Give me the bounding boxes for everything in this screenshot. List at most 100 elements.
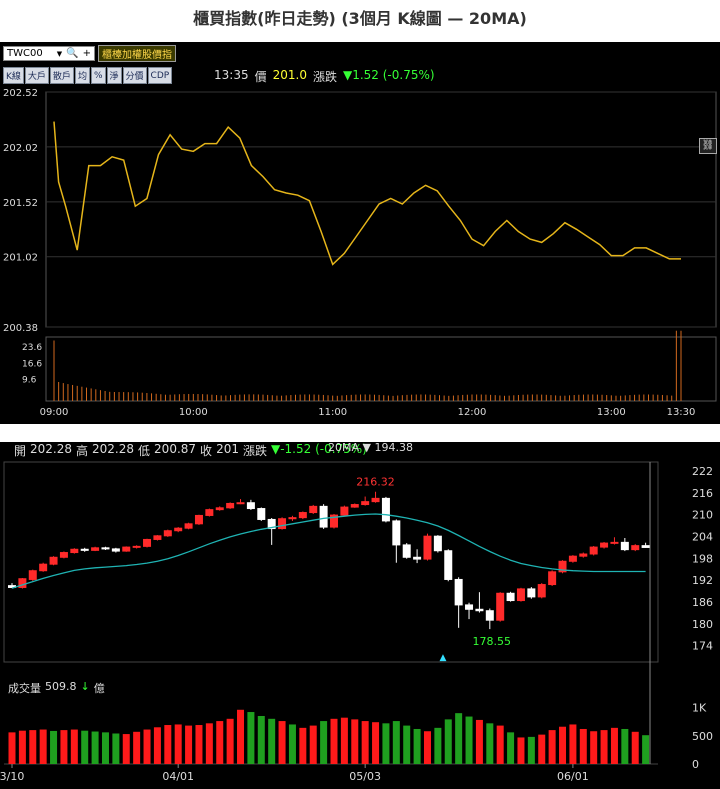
volume-bar [351, 719, 359, 764]
kline-tick-label: 192 [692, 574, 713, 587]
volume-bar [278, 721, 286, 764]
candle-body [174, 527, 183, 532]
price-tick-label: 200.38 [3, 323, 38, 334]
link-icon[interactable]: ⛓ [699, 138, 717, 154]
volume-label: 成交量 509.8 ↓ 億 [8, 680, 105, 696]
candle-body [153, 535, 162, 540]
time-tick-label: 11:00 [318, 407, 347, 418]
time-tick-label: 13:00 [597, 407, 626, 418]
volume-tick-label: 1K [692, 702, 707, 715]
candle-body [641, 545, 650, 548]
volume-tick-label: 9.6 [22, 376, 37, 386]
kline-tick-label: 222 [692, 465, 713, 478]
volume-bar [91, 731, 99, 764]
candle-body [620, 541, 629, 551]
kline-panel: 開 202.28 高 202.28 低 200.87 收 201 漲跌 ▼-1.… [0, 441, 720, 789]
candle-body [215, 507, 224, 511]
volume-bar [237, 709, 245, 764]
candle-body [423, 535, 432, 560]
candle-body [631, 545, 640, 551]
time-tick-label: 10:00 [179, 407, 208, 418]
volume-bar [309, 725, 317, 764]
candle-body [371, 497, 380, 503]
date-tick-label: 04/01 [162, 770, 194, 783]
volume-bar [486, 723, 494, 764]
candle-body [600, 542, 609, 548]
candle-body [340, 506, 349, 516]
candle-body [454, 578, 463, 606]
candle-body [101, 547, 110, 550]
volume-tick-label: 16.6 [22, 359, 42, 369]
candle-body [111, 548, 120, 552]
volume-bar [195, 725, 203, 764]
volume-bar [185, 725, 193, 764]
high-annotation: 216.32 [356, 476, 395, 489]
volume-bar [330, 718, 338, 764]
volume-bar [257, 715, 265, 764]
down-arrow-icon: ↓ [80, 680, 90, 693]
volume-bar [320, 721, 328, 764]
volume-bar [559, 726, 567, 764]
time-tick-label: 12:00 [458, 407, 487, 418]
volume-bar [18, 730, 26, 764]
page-title: 櫃買指數(昨日走勢) (3個月 K線圖 — 20MA) [193, 9, 527, 28]
volume-bar [8, 732, 16, 764]
candle-body [28, 570, 37, 580]
volume-bar [299, 727, 307, 764]
triangle-marker: ▲ [440, 653, 447, 663]
candle-body [433, 535, 442, 552]
candle-body [568, 555, 577, 562]
volume-bar [29, 730, 37, 764]
volume-bar [517, 737, 525, 764]
kline-tick-label: 186 [692, 596, 713, 609]
volume-bar [600, 730, 608, 764]
candle-body [226, 502, 235, 509]
candle-body [49, 556, 58, 565]
candle-body [184, 523, 193, 529]
price-tick-label: 202.52 [3, 88, 38, 99]
volume-bar [465, 716, 473, 764]
volume-bar [590, 731, 598, 764]
candle-body [610, 541, 619, 544]
volume-bar [226, 718, 234, 764]
candle-body [496, 592, 505, 621]
candle-body [143, 538, 152, 547]
candle-body [475, 608, 484, 612]
volume-bar [642, 735, 650, 764]
candle-body [589, 546, 598, 555]
volume-bar [50, 730, 58, 764]
price-frame [45, 91, 717, 328]
candle-body [194, 514, 203, 525]
volume-bar [579, 728, 587, 764]
volume-bar [392, 721, 400, 764]
volume-bar [60, 730, 68, 764]
volume-bar [361, 721, 369, 764]
candle-body [413, 556, 422, 560]
candle-body [402, 544, 411, 558]
volume-bar [39, 729, 47, 764]
date-tick-label: 3/10 [0, 770, 24, 783]
volume-bar [205, 723, 213, 764]
volume-unit: 億 [93, 682, 105, 695]
volume-bar [247, 712, 255, 764]
volume-tick-label: 500 [692, 730, 713, 743]
candle-body [381, 497, 390, 522]
volume-bar [538, 734, 546, 764]
candle-body [485, 610, 494, 621]
kline-chart: 222 216 210 204 198 192 186 180 174 216.32 178.55 ▲… [0, 461, 713, 783]
volume-bar [507, 732, 515, 764]
candle-body [257, 508, 266, 520]
volume-bar [70, 729, 78, 764]
price-tick-label: 202.02 [3, 143, 38, 154]
kline-tick-label: 216 [692, 487, 713, 500]
candle-body [465, 604, 474, 610]
volume-bar [81, 730, 89, 764]
candle-body [350, 504, 359, 508]
candle-body [132, 545, 141, 548]
volume-value: 509.8 [45, 680, 77, 693]
volume-bar [403, 725, 411, 764]
candle-body [59, 552, 68, 558]
volume-bar [413, 728, 421, 764]
volume-bar [610, 727, 618, 764]
volume-bar [143, 729, 151, 764]
